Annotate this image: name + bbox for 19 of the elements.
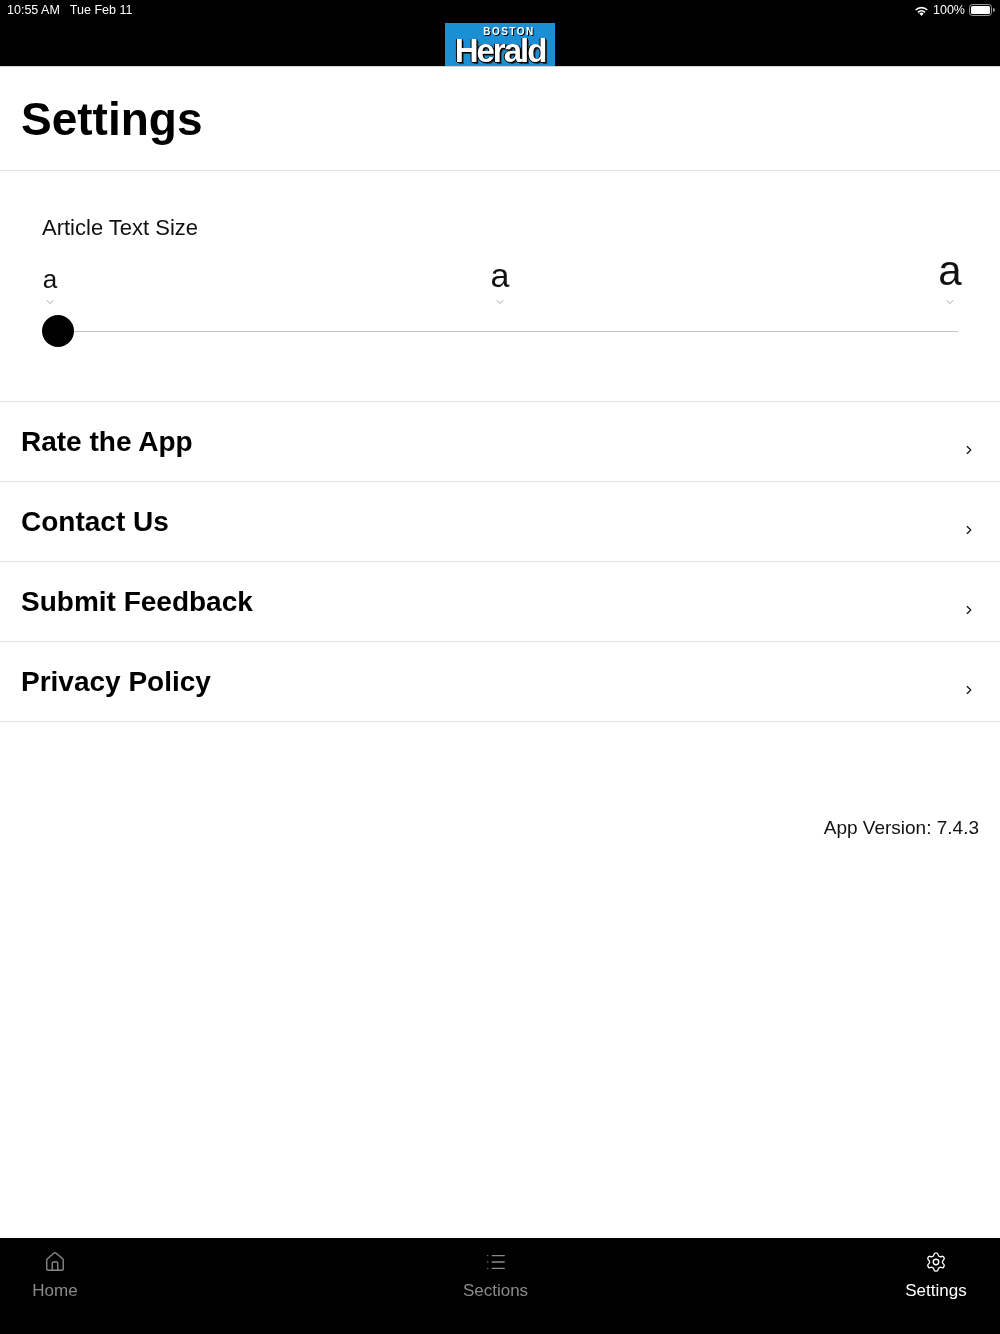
logo-small-text: BOSTON	[483, 27, 535, 37]
text-size-label: Article Text Size	[42, 215, 200, 241]
app-version-text: App Version: 7.4.3	[822, 817, 980, 839]
tab[interactable]: Home	[10, 1238, 100, 1301]
wifi-icon	[914, 4, 929, 16]
status-date: Tue Feb 11	[69, 3, 133, 17]
text-size-option[interactable]: a	[490, 258, 510, 292]
page-title: Settings	[21, 91, 203, 146]
tab[interactable]: Settings	[891, 1238, 981, 1301]
logo-main-text: Herald	[454, 37, 546, 65]
home-icon	[44, 1251, 66, 1273]
tab[interactable]: Sections	[450, 1238, 541, 1301]
battery-icon	[969, 4, 995, 16]
battery-percentage: 100%	[933, 3, 965, 17]
text-size-option[interactable]: a	[42, 266, 58, 292]
slider-thumb[interactable]	[42, 315, 74, 347]
settings-icon	[925, 1251, 947, 1273]
text-size-option[interactable]: a	[938, 250, 962, 292]
status-time: 10:55 AM	[7, 3, 60, 17]
